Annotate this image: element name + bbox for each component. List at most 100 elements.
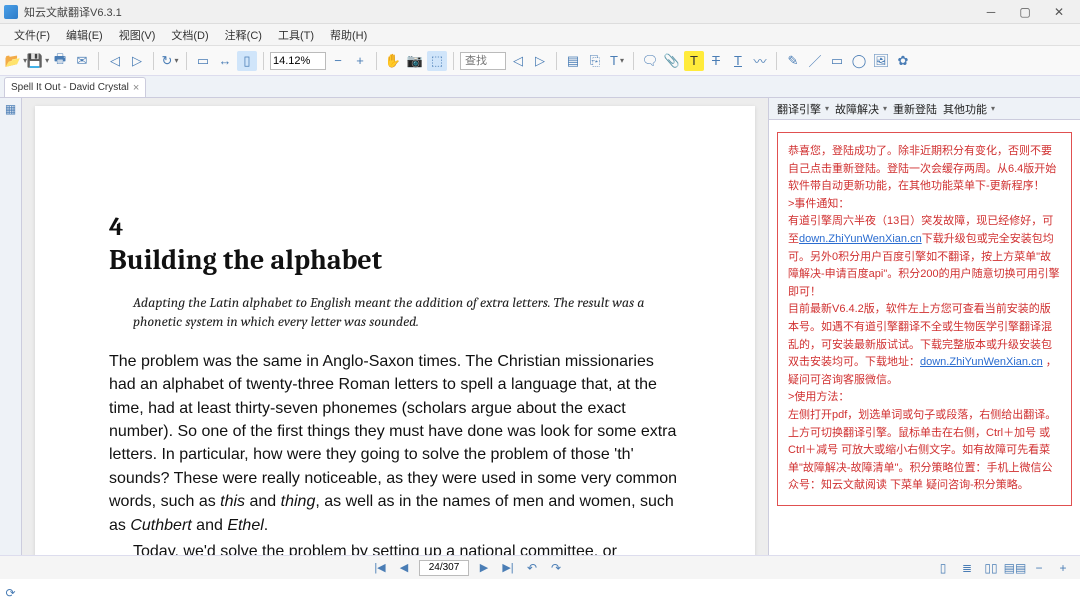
menu-file[interactable]: 文件(F) bbox=[6, 25, 58, 45]
line-button[interactable]: ／ bbox=[805, 51, 825, 71]
zoom-out-button[interactable]: − bbox=[328, 51, 348, 71]
menu-annotate[interactable]: 注释(C) bbox=[217, 25, 270, 45]
separator bbox=[556, 52, 557, 70]
troubleshoot-menu[interactable]: 故障解决 bbox=[835, 101, 887, 117]
chapter-subtitle: Adapting the Latin alphabet to English m… bbox=[109, 294, 681, 332]
tab-label: Spell It Out - David Crystal bbox=[11, 82, 129, 93]
duplicate-button[interactable]: ⎘ bbox=[585, 51, 605, 71]
zoom-select[interactable] bbox=[270, 52, 326, 70]
highlight-button[interactable]: T bbox=[684, 51, 704, 71]
ocr-button[interactable]: ⟳ bbox=[3, 586, 19, 600]
print-button[interactable]: 🖶 bbox=[50, 51, 70, 71]
chapter-title: Building the alphabet bbox=[109, 244, 681, 276]
separator bbox=[633, 52, 634, 70]
page-tool-button[interactable]: ▤ bbox=[563, 51, 583, 71]
history-back-button[interactable]: ↶ bbox=[523, 560, 541, 576]
history-forward-button[interactable]: ↷ bbox=[547, 560, 565, 576]
minimize-button[interactable]: ─ bbox=[974, 1, 1008, 23]
pdf-page: 4 Building the alphabet Adapting the Lat… bbox=[35, 106, 755, 555]
other-menu[interactable]: 其他功能 bbox=[943, 101, 995, 117]
separator bbox=[186, 52, 187, 70]
pencil-button[interactable]: ✎ bbox=[783, 51, 803, 71]
select-tool-button[interactable]: ⬚ bbox=[427, 51, 447, 71]
left-gutter: ▦ ⟳ bbox=[0, 98, 22, 555]
rotate-button[interactable]: ↻ bbox=[160, 51, 180, 71]
oval-button[interactable]: ◯ bbox=[849, 51, 869, 71]
separator bbox=[776, 52, 777, 70]
tab-close-button[interactable]: × bbox=[133, 82, 139, 94]
notice-line: 左侧打开pdf，划选单词或句子或段落，右侧给出翻译。上方可切换翻译引擎。鼠标单击… bbox=[788, 407, 1061, 495]
download-link[interactable]: down.ZhiYunWenXian.cn bbox=[799, 233, 922, 245]
squiggle-button[interactable]: 〰 bbox=[750, 51, 770, 71]
notice-line: 恭喜您，登陆成功了。除非近期积分有变化，否则不要自己点击重新登陆。登陆一次会缓存… bbox=[788, 143, 1061, 196]
toolbar: 📂 💾 🖶 ✉ ◁ ▷ ↻ ▭ ↔ ▯ − + ✋ 📷 ⬚ ◁ ▷ ▤ ⎘ T … bbox=[0, 46, 1080, 76]
menu-view[interactable]: 视图(V) bbox=[111, 25, 164, 45]
last-page-button[interactable]: ▶| bbox=[499, 560, 517, 576]
layout-facing-button[interactable]: ▯▯ bbox=[982, 560, 1000, 576]
fit-width-button[interactable]: ↔ bbox=[215, 51, 235, 71]
first-page-button[interactable]: |◀ bbox=[371, 560, 389, 576]
hand-tool-button[interactable]: ✋ bbox=[383, 51, 403, 71]
menu-help[interactable]: 帮助(H) bbox=[322, 25, 375, 45]
thumbnails-button[interactable]: ▦ bbox=[3, 102, 19, 116]
layout-continuous-button[interactable]: ≣ bbox=[958, 560, 976, 576]
menu-tools[interactable]: 工具(T) bbox=[270, 25, 322, 45]
app-icon bbox=[4, 5, 18, 19]
layout-single-button[interactable]: ▯ bbox=[934, 560, 952, 576]
prev-page-button[interactable]: ◁ bbox=[105, 51, 125, 71]
note-button[interactable]: 🗨 bbox=[640, 51, 660, 71]
layout-cover-button[interactable]: ▤▤ bbox=[1006, 560, 1024, 576]
notice-heading: >事件通知： bbox=[788, 196, 1061, 214]
snapshot-button[interactable]: 📷 bbox=[405, 51, 425, 71]
chapter-number: 4 bbox=[109, 212, 681, 242]
save-button[interactable]: 💾 bbox=[28, 51, 48, 71]
document-tab[interactable]: Spell It Out - David Crystal × bbox=[4, 77, 146, 97]
notice-line: 有道引擎周六半夜（13日）突发故障，现已经修好，可至down.ZhiYunWen… bbox=[788, 213, 1061, 301]
title-bar: 知云文献翻译V6.3.1 ─ ▢ ✕ bbox=[0, 0, 1080, 24]
separator bbox=[98, 52, 99, 70]
status-bar: |◀ ◀ ▶ ▶| ↶ ↷ ▯ ≣ ▯▯ ▤▤ − + bbox=[0, 555, 1080, 579]
typewriter-button[interactable]: T bbox=[607, 51, 627, 71]
zoom-in-button[interactable]: + bbox=[350, 51, 370, 71]
rect-button[interactable]: ▭ bbox=[827, 51, 847, 71]
next-page-button[interactable]: ▶ bbox=[475, 560, 493, 576]
relogin-menu[interactable]: 重新登陆 bbox=[893, 101, 937, 117]
zoom-out-status-button[interactable]: − bbox=[1030, 560, 1048, 576]
separator bbox=[153, 52, 154, 70]
email-button[interactable]: ✉ bbox=[72, 51, 92, 71]
stamp-button[interactable]: ✿ bbox=[893, 51, 913, 71]
translation-pane: 翻译引擎 故障解决 重新登陆 其他功能 恭喜您，登陆成功了。除非近期积分有变化，… bbox=[768, 98, 1080, 555]
open-button[interactable]: 📂 bbox=[6, 51, 26, 71]
next-page-button[interactable]: ▷ bbox=[127, 51, 147, 71]
separator bbox=[263, 52, 264, 70]
maximize-button[interactable]: ▢ bbox=[1008, 1, 1042, 23]
fit-page-button[interactable]: ▭ bbox=[193, 51, 213, 71]
search-prev-button[interactable]: ◁ bbox=[508, 51, 528, 71]
menu-document[interactable]: 文档(D) bbox=[163, 25, 216, 45]
underline-button[interactable]: T bbox=[728, 51, 748, 71]
layout-button[interactable]: ▯ bbox=[237, 51, 257, 71]
zoom-in-status-button[interactable]: + bbox=[1054, 560, 1072, 576]
strikeout-button[interactable]: T bbox=[706, 51, 726, 71]
tab-bar: Spell It Out - David Crystal × bbox=[0, 76, 1080, 98]
menu-edit[interactable]: 编辑(E) bbox=[58, 25, 111, 45]
notice-line: 目前最新V6.4.2版，软件左上方您可查看当前安装的版本号。如遇不有道引擎翻译不… bbox=[788, 301, 1061, 389]
image-button[interactable]: 🖼 bbox=[871, 51, 891, 71]
download-link[interactable]: down.ZhiYunWenXian.cn bbox=[920, 356, 1043, 368]
page-number-input[interactable] bbox=[419, 560, 469, 576]
notice-box: 恭喜您，登陆成功了。除非近期积分有变化，否则不要自己点击重新登陆。登陆一次会缓存… bbox=[777, 132, 1072, 506]
search-next-button[interactable]: ▷ bbox=[530, 51, 550, 71]
search-input[interactable] bbox=[460, 52, 506, 70]
menu-bar: 文件(F) 编辑(E) 视图(V) 文档(D) 注释(C) 工具(T) 帮助(H… bbox=[0, 24, 1080, 46]
right-pane-menu: 翻译引擎 故障解决 重新登陆 其他功能 bbox=[769, 98, 1080, 120]
separator bbox=[376, 52, 377, 70]
engine-menu[interactable]: 翻译引擎 bbox=[777, 101, 829, 117]
document-viewer[interactable]: 4 Building the alphabet Adapting the Lat… bbox=[22, 98, 768, 555]
attach-button[interactable]: 📎 bbox=[662, 51, 682, 71]
body-area: ▦ ⟳ 4 Building the alphabet Adapting the… bbox=[0, 98, 1080, 555]
prev-page-button[interactable]: ◀ bbox=[395, 560, 413, 576]
close-button[interactable]: ✕ bbox=[1042, 1, 1076, 23]
app-title: 知云文献翻译V6.3.1 bbox=[24, 4, 974, 20]
notice-heading: >使用方法： bbox=[788, 389, 1061, 407]
body-text: The problem was the same in Anglo-Saxon … bbox=[109, 350, 681, 555]
